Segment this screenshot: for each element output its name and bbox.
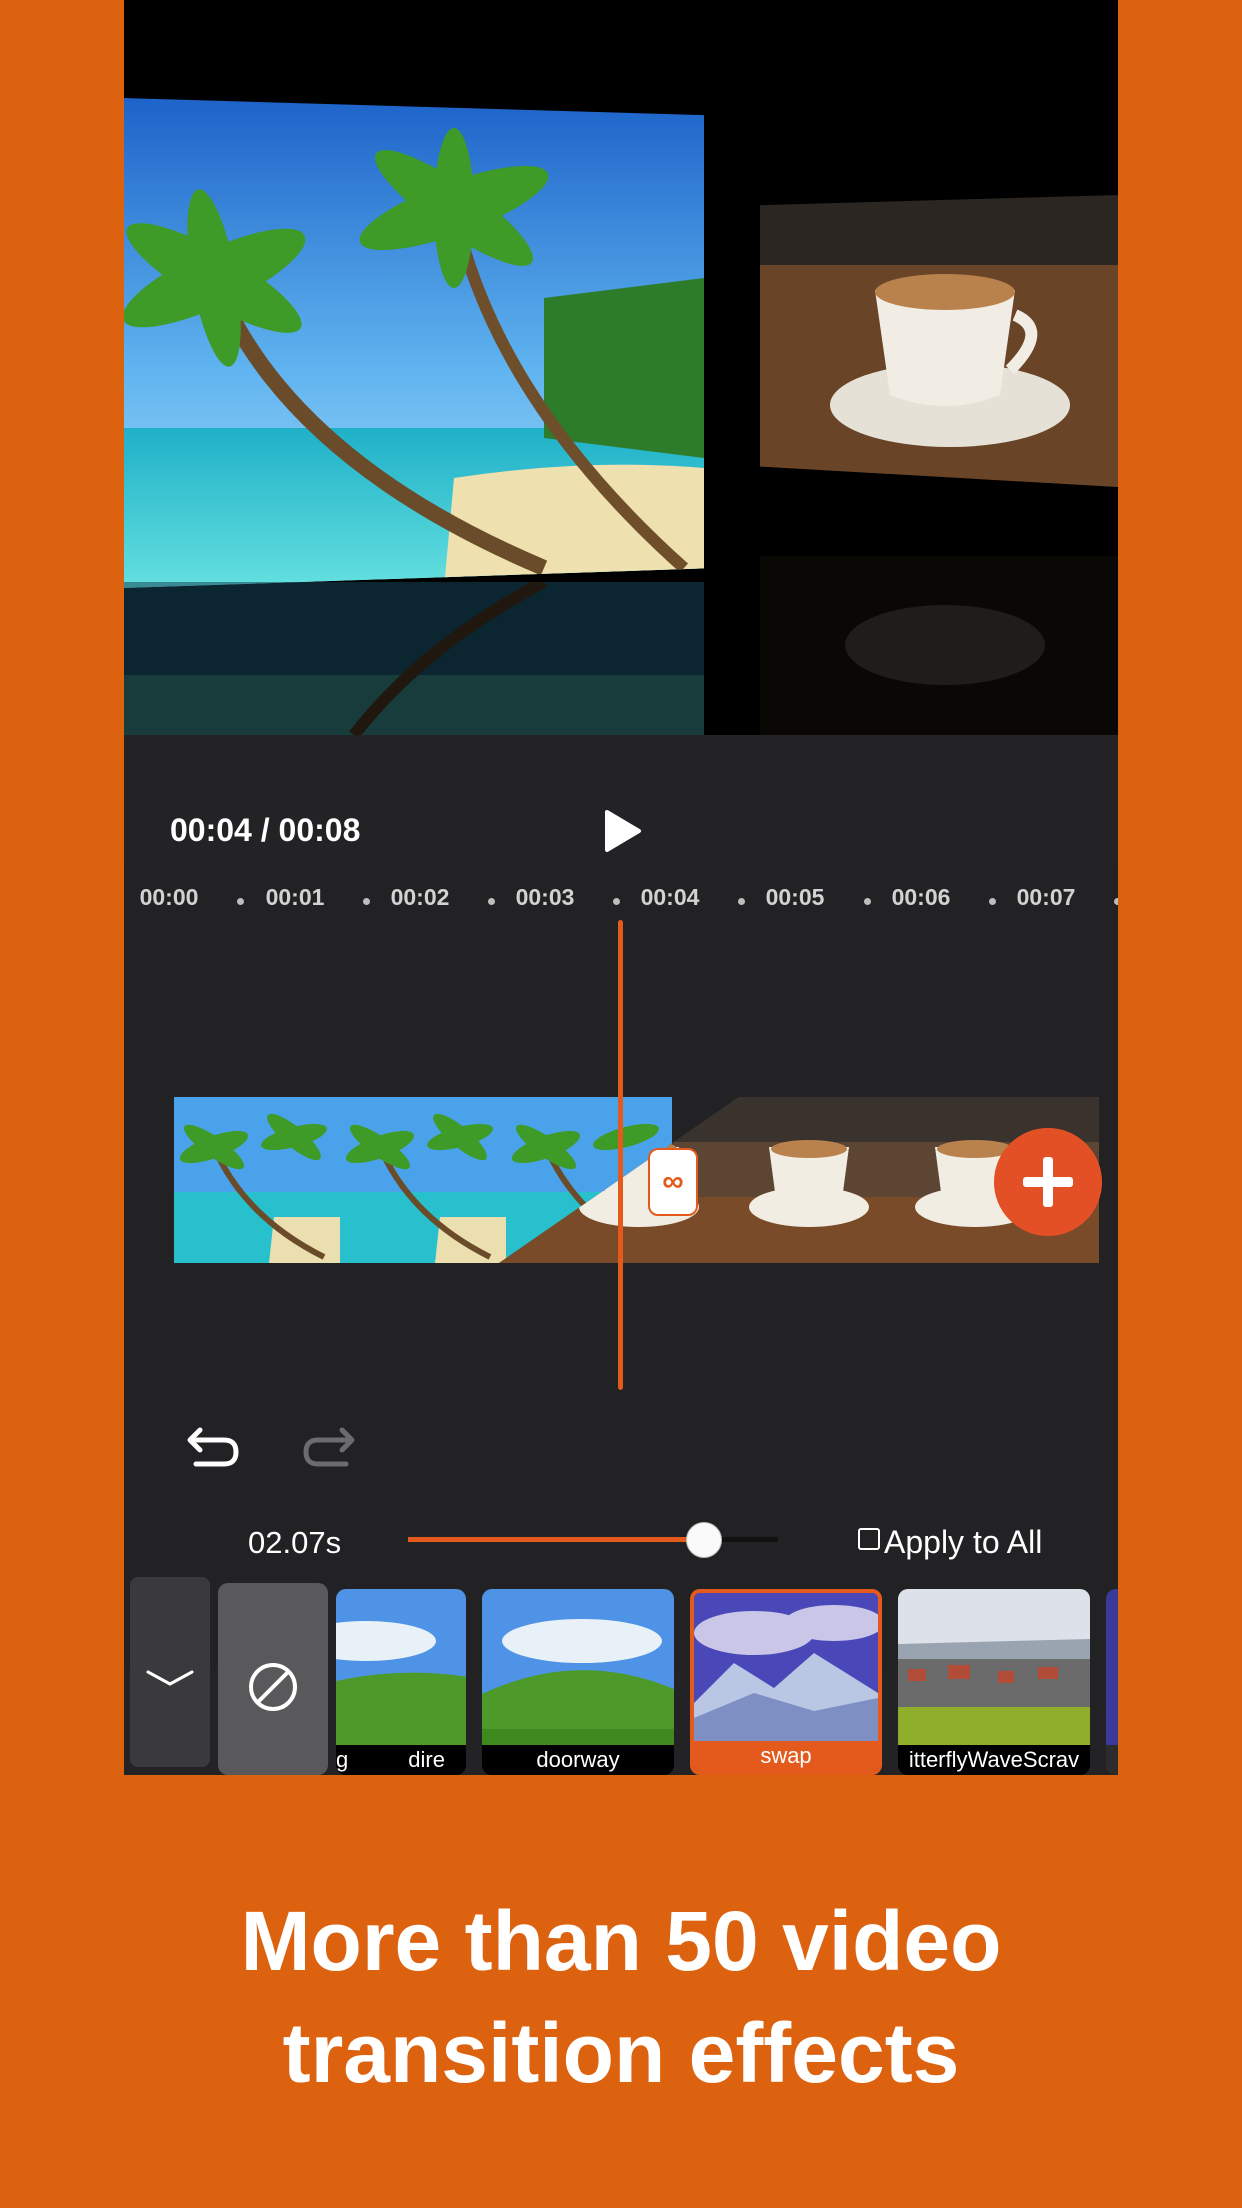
time-readout: 00:04 / 00:08: [170, 812, 361, 848]
caption-line: More than 50 video: [240, 1894, 1002, 1988]
tick-label: 00:04: [640, 884, 700, 910]
apply-to-all-label: Apply to All: [884, 1524, 1043, 1560]
effect-thumbnail: [1106, 1589, 1118, 1745]
tick-label: 00:06: [891, 884, 951, 910]
editor-screen: 00:04 / 00:08 00:00 00:01 00:02 00:03 00…: [124, 0, 1118, 1775]
tick-dot: [864, 898, 871, 905]
transition-effects-tray: g dire doorway swap itterflyWaveScrav: [124, 1575, 1118, 1775]
effect-label: itterflyWaveScrav: [898, 1745, 1090, 1775]
video-preview: [124, 0, 1118, 735]
redo-icon[interactable]: [300, 1422, 356, 1472]
tick-dot: [613, 898, 620, 905]
effect-thumbnail: [336, 1589, 466, 1745]
tick-dot: [363, 898, 370, 905]
none-icon: [249, 1663, 297, 1711]
transition-duration: 02.07s: [248, 1525, 342, 1560]
tick-dot: [738, 898, 745, 905]
tick-label: 00:05: [765, 884, 825, 910]
add-clip-button[interactable]: [994, 1128, 1102, 1236]
no-transition-button[interactable]: [218, 1583, 328, 1775]
play-icon[interactable]: [599, 808, 645, 854]
beach-clip-frame: [174, 1097, 340, 1263]
effect-tile[interactable]: [1106, 1589, 1118, 1775]
tick-label: 00:03: [515, 884, 575, 910]
tick-label: 00:07: [1016, 884, 1076, 910]
apply-to-all-toggle[interactable]: Apply to All: [858, 1524, 1042, 1561]
effect-label: doorway: [482, 1745, 674, 1775]
tick-dot: [488, 898, 495, 905]
tick-label: 00:00: [139, 884, 199, 910]
tick-label: 00:02: [390, 884, 450, 910]
duration-slider-thumb[interactable]: [686, 1522, 722, 1558]
transition-marker[interactable]: ∞: [648, 1148, 698, 1216]
undo-icon[interactable]: [186, 1422, 242, 1472]
time-ruler: 00:00 00:01 00:02 00:03 00:04 00:05 00:0…: [124, 884, 1118, 916]
beach-reflection: [124, 582, 704, 735]
apply-to-all-checkbox[interactable]: [858, 1527, 880, 1550]
effect-thumbnail: [482, 1589, 674, 1745]
effect-label: swap: [694, 1741, 878, 1771]
clip-filmstrip[interactable]: [174, 1097, 1118, 1263]
playhead[interactable]: [618, 920, 623, 1390]
beach-photo: [124, 98, 704, 588]
effect-tile-swap[interactable]: swap: [690, 1589, 882, 1775]
effect-tile[interactable]: g dire: [336, 1589, 466, 1775]
effect-tile-doorway[interactable]: doorway: [482, 1589, 674, 1775]
beach-clip-frame: [340, 1097, 506, 1263]
promo-caption: More than 50 video transition effects: [0, 1885, 1242, 2109]
infinity-icon: ∞: [662, 1165, 684, 1198]
effect-label: g dire: [336, 1745, 466, 1775]
effect-thumbnail: [694, 1593, 878, 1741]
effect-thumbnail: [898, 1589, 1090, 1745]
tick-dot: [1114, 898, 1118, 905]
coffee-photo: [760, 195, 1118, 487]
tick-dot: [237, 898, 244, 905]
effect-tile[interactable]: itterflyWaveScrav: [898, 1589, 1090, 1775]
collapse-tray-button[interactable]: [130, 1577, 210, 1767]
caption-line: transition effects: [282, 2006, 960, 2100]
tick-label: 00:01: [265, 884, 325, 910]
duration-slider[interactable]: [408, 1522, 778, 1558]
duration-slider-fill: [408, 1537, 704, 1542]
chevron-down-icon: [146, 1670, 194, 1686]
tick-dot: [989, 898, 996, 905]
coffee-reflection: [760, 556, 1118, 735]
